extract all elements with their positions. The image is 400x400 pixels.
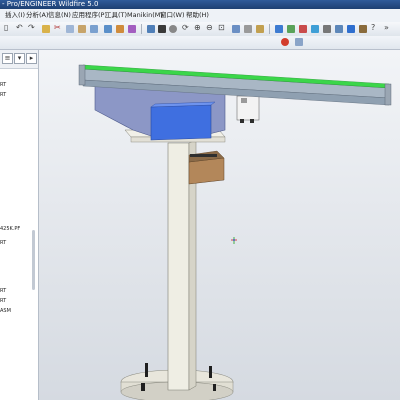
anchor-bolt[interactable] xyxy=(213,384,216,391)
hidden-line-icon[interactable] xyxy=(169,25,177,33)
window-title: - Pro/ENGINEER Wildfire 5.0 xyxy=(2,0,99,8)
extrude-icon[interactable] xyxy=(359,25,367,33)
paste-special-icon[interactable] xyxy=(90,25,98,33)
zoom-out-icon[interactable]: ⊖ xyxy=(206,23,213,33)
anchor-bolt[interactable] xyxy=(141,383,145,391)
datum-axes-icon[interactable] xyxy=(287,25,295,33)
stop-icon[interactable] xyxy=(281,38,289,46)
annotations-icon[interactable] xyxy=(323,25,331,33)
tree-settings-tab[interactable]: ▾ xyxy=(14,53,25,64)
menu-item[interactable]: 窗口(W) xyxy=(160,9,185,22)
menu-item[interactable]: 帮助(H) xyxy=(186,9,209,22)
model-tree-item[interactable]: RT xyxy=(0,288,6,294)
datum-planes-icon[interactable] xyxy=(275,25,283,33)
motor-block[interactable] xyxy=(150,104,212,141)
folder-icon[interactable] xyxy=(42,25,50,33)
menu-item[interactable]: 应用程序(P) xyxy=(72,9,107,22)
regenerate-icon[interactable] xyxy=(104,25,112,33)
rail-end-cap xyxy=(78,64,86,86)
saved-views-icon[interactable] xyxy=(256,25,264,33)
zoom-in-icon[interactable]: ⊕ xyxy=(194,23,201,33)
sensor-foot xyxy=(240,119,244,123)
redo-icon[interactable]: ↷ xyxy=(28,23,35,33)
anchor-bolt[interactable] xyxy=(145,363,148,377)
model-tree-item[interactable]: RT xyxy=(0,92,6,98)
sensor-module[interactable] xyxy=(236,95,260,121)
orient-icon[interactable]: ⟳ xyxy=(182,23,189,33)
electrical-box[interactable] xyxy=(188,157,225,185)
help-icon[interactable]: ? xyxy=(371,23,375,33)
shading-icon[interactable] xyxy=(158,25,166,33)
toolbar-separator xyxy=(141,24,142,34)
menu-item[interactable]: Manikin(M) xyxy=(127,9,163,22)
secondary-toolbar: 智能 xyxy=(0,36,400,84)
find-icon[interactable] xyxy=(116,25,124,33)
repaint-icon[interactable] xyxy=(232,25,240,33)
coordinate-systems-icon[interactable] xyxy=(311,25,319,33)
menu-bar: 插入(I) 分析(A) 信息(N) 应用程序(P) 工具(T) Manikin(M) 窗口(… xyxy=(0,9,400,23)
datum-points-icon[interactable] xyxy=(299,25,307,33)
toolbar-separator xyxy=(269,24,270,34)
model-tree-item[interactable]: ASM xyxy=(0,308,11,314)
select-icon[interactable] xyxy=(128,25,136,33)
main-toolbar: ▯ ↶ ↷ ✂ ⟳ ⊕ ⊖ ⊡ ? » xyxy=(0,22,400,37)
box-lid-strip xyxy=(190,154,217,157)
navigator-tabs: ≡ ▾ ▸ xyxy=(0,50,38,69)
support-column[interactable] xyxy=(167,142,190,391)
sensor-foot xyxy=(250,119,254,123)
view-manager-icon[interactable] xyxy=(244,25,252,33)
paste-icon[interactable] xyxy=(78,25,86,33)
model-tree-panel: RT RT 425K.PF RT RT RT ASM xyxy=(0,50,39,400)
model-tree-item[interactable]: RT xyxy=(0,298,6,304)
rail-end-cap xyxy=(384,83,392,106)
tree-filter-tab[interactable]: ▸ xyxy=(26,53,37,64)
new-icon[interactable]: ▯ xyxy=(4,23,8,33)
history-icon[interactable] xyxy=(295,38,303,46)
triad-origin xyxy=(233,239,235,241)
tree-scrollbar[interactable] xyxy=(32,230,35,290)
more-tools-icon[interactable]: » xyxy=(384,23,389,33)
menu-item[interactable]: 信息(N) xyxy=(48,9,71,22)
model-tree-item[interactable]: RT xyxy=(0,240,6,246)
menu-item[interactable]: 工具(T) xyxy=(105,9,127,22)
sensor-connector xyxy=(241,98,247,103)
menu-item[interactable]: 插入(I) xyxy=(5,9,25,22)
sketch-icon[interactable] xyxy=(347,25,355,33)
title-bar: - Pro/ENGINEER Wildfire 5.0 xyxy=(0,0,400,9)
menu-item[interactable]: 分析(A) xyxy=(26,9,49,22)
anchor-bolt[interactable] xyxy=(209,366,212,378)
model-canvas xyxy=(78,64,392,400)
spin-center-icon[interactable] xyxy=(335,25,343,33)
graphics-viewport[interactable] xyxy=(39,50,400,400)
model-tree-tab[interactable]: ≡ xyxy=(2,53,13,64)
copy-icon[interactable] xyxy=(66,25,74,33)
model-tree-item[interactable]: RT xyxy=(0,82,6,88)
undo-icon[interactable]: ↶ xyxy=(16,23,23,33)
cut-icon[interactable]: ✂ xyxy=(54,23,61,33)
model-tree-item[interactable]: 425K.PF xyxy=(0,226,20,232)
display-style-icon[interactable] xyxy=(147,25,155,33)
refit-icon[interactable]: ⊡ xyxy=(218,23,225,33)
